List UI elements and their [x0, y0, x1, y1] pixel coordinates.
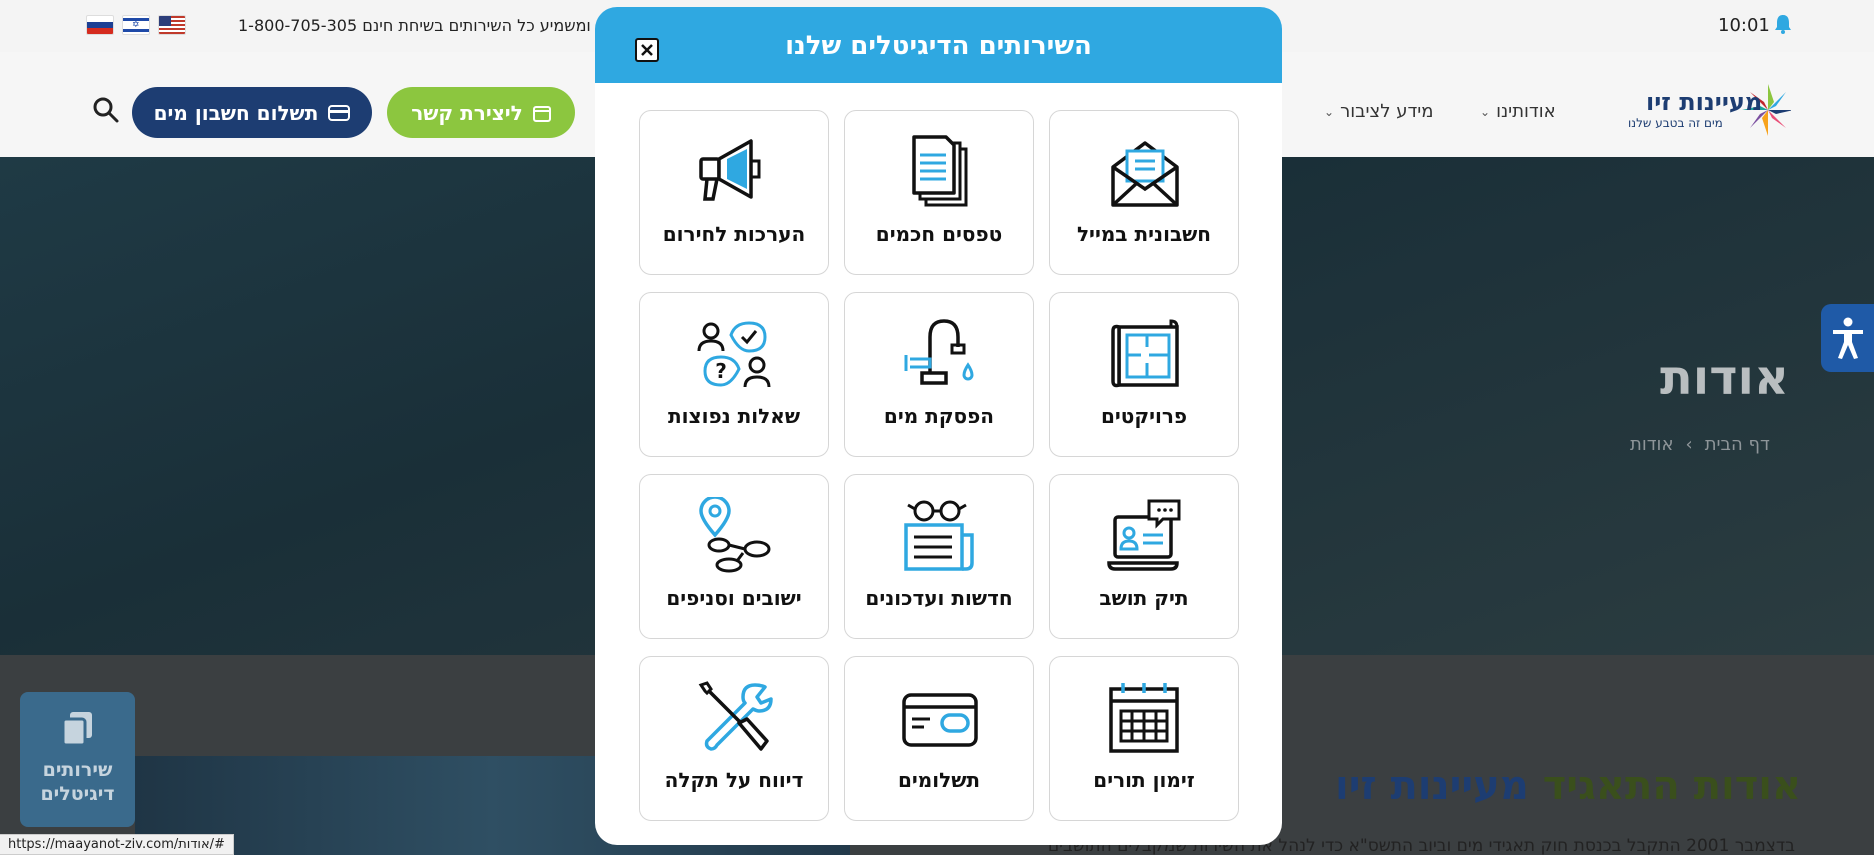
status-bar-url: https://maayanot-ziv.com/אודות/# [0, 834, 234, 855]
tile-label: הערכות לחירום [662, 222, 806, 246]
tile-label: תיק תושב [1099, 586, 1189, 610]
tile-label: דיווח על תקלה [664, 768, 804, 792]
tile-emergency-preparedness[interactable]: הערכות לחירום [639, 110, 829, 275]
tile-label: פרויקטים [1100, 404, 1188, 428]
tile-label: זימון תורים [1093, 768, 1195, 792]
megaphone-icon [699, 139, 761, 201]
tile-email-invoice[interactable]: חשבונית במייל [1049, 110, 1239, 275]
location-map-icon [699, 497, 771, 573]
tile-appointments[interactable]: זימון תורים [1049, 656, 1239, 821]
tile-label: חשבונית במייל [1076, 222, 1212, 246]
faucet-icon [904, 319, 974, 385]
tile-resident-file[interactable]: תיק תושב [1049, 474, 1239, 639]
close-icon [641, 44, 653, 56]
faq-people-icon: ? [697, 321, 771, 388]
tile-localities-branches[interactable]: ישובים וסניפים [639, 474, 829, 639]
tile-water-outage[interactable]: הפסקת מים [844, 292, 1034, 457]
envelope-icon [1111, 141, 1179, 207]
close-button[interactable] [635, 38, 659, 62]
tile-label: הפסקת מים [883, 404, 995, 428]
tile-report-fault[interactable]: דיווח על תקלה [639, 656, 829, 821]
tile-faq[interactable]: ? שאלות נפוצות [639, 292, 829, 457]
tile-label: חדשות ועדכונים [865, 586, 1013, 610]
modal-title: השירותים הדיגיטלים שלנו [785, 31, 1092, 61]
tile-label: ישובים וסניפים [666, 586, 802, 610]
calendar-icon [1109, 683, 1179, 753]
documents-icon [912, 135, 968, 207]
modal-header: השירותים הדיגיטלים שלנו [595, 7, 1282, 83]
credit-card-icon [902, 693, 978, 747]
digital-services-modal: השירותים הדיגיטלים שלנו חשבונית במייל טפ… [595, 7, 1282, 845]
tile-news-updates[interactable]: חדשות ועדכונים [844, 474, 1034, 639]
tile-smart-forms[interactable]: טפסים חכמים [844, 110, 1034, 275]
tools-icon [698, 681, 773, 751]
tile-label: תשלומים [897, 768, 981, 792]
svg-text:?: ? [715, 359, 727, 383]
newspaper-icon [904, 500, 974, 571]
tile-label: שאלות נפוצות [668, 404, 800, 428]
tile-projects[interactable]: פרויקטים [1049, 292, 1239, 457]
blueprint-icon [1111, 319, 1179, 388]
tile-payments[interactable]: תשלומים [844, 656, 1034, 821]
resident-laptop-icon [1107, 499, 1181, 571]
tile-label: טפסים חכמים [875, 222, 1003, 246]
